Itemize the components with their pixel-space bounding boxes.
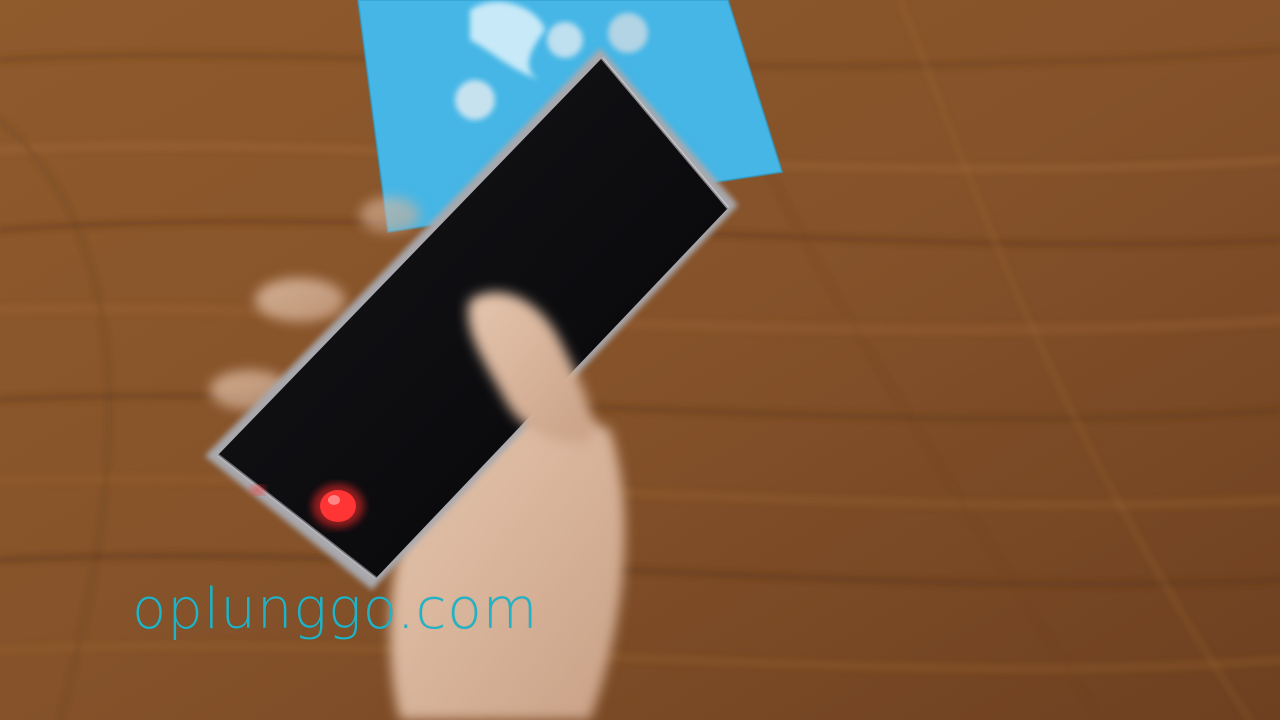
- notification-led: [312, 484, 364, 528]
- watermark-text: oplunggo.com: [132, 577, 539, 642]
- video-frame: oplunggo.com: [0, 0, 1280, 720]
